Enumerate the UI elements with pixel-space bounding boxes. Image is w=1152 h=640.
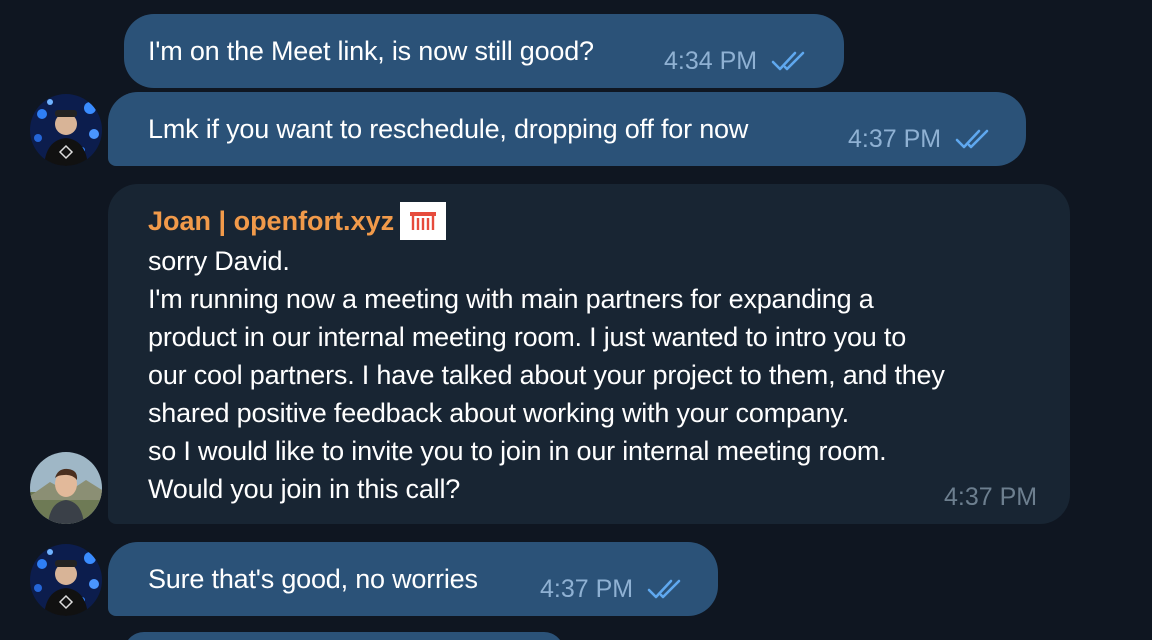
outgoing-message-partial[interactable]	[124, 632, 564, 640]
message-text: Lmk if you want to reschedule, dropping …	[148, 114, 749, 144]
message-meta: 4:37 PM	[848, 124, 995, 154]
chat-history[interactable]: I'm on the Meet link, is now still good?…	[0, 0, 1152, 640]
message-time: 4:37 PM	[848, 125, 942, 153]
user-avatar-david[interactable]	[30, 94, 102, 166]
sender-name[interactable]: Joan | openfort.xyz	[148, 202, 447, 240]
openfort-logo-icon	[400, 202, 447, 240]
message-text: sorry David. I'm running now a meeting w…	[148, 246, 945, 504]
user-avatar-joan[interactable]	[30, 452, 102, 524]
message-text: Sure that's good, no worries	[148, 564, 478, 594]
sender-name-text: Joan | openfort.xyz	[148, 206, 395, 236]
message-text: I'm on the Meet link, is now still good?	[148, 36, 594, 66]
double-check-icon	[955, 127, 995, 151]
message-time: 4:37 PM	[944, 483, 1038, 511]
double-check-icon	[771, 49, 811, 73]
message-time: 4:37 PM	[540, 575, 634, 603]
outgoing-message[interactable]: Lmk if you want to reschedule, dropping …	[108, 92, 1026, 166]
message-time: 4:34 PM	[664, 47, 758, 75]
message-meta: 4:37 PM	[944, 482, 1037, 512]
double-check-icon	[647, 577, 687, 601]
message-meta: 4:37 PM	[540, 574, 687, 604]
incoming-message[interactable]: Joan | openfort.xyz sorry David. I'm run…	[108, 184, 1070, 524]
message-meta: 4:34 PM	[664, 46, 811, 76]
user-avatar-david[interactable]	[30, 544, 102, 616]
outgoing-message[interactable]: Sure that's good, no worries 4:37 PM	[108, 542, 718, 616]
outgoing-message[interactable]: I'm on the Meet link, is now still good?…	[124, 14, 844, 88]
